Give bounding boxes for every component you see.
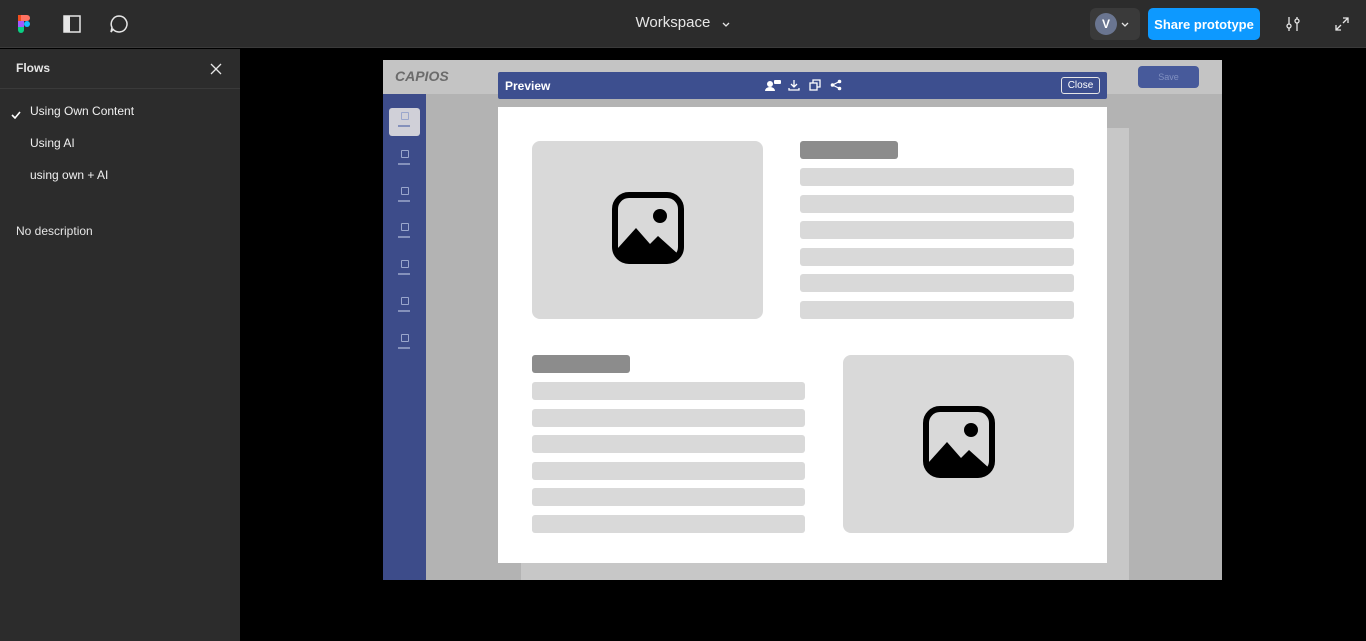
- flows-title: Flows: [16, 61, 51, 75]
- image-icon: [611, 191, 684, 269]
- download-icon[interactable]: [787, 78, 801, 92]
- chevron-down-icon: [1121, 15, 1129, 33]
- chevron-down-icon[interactable]: [722, 15, 730, 32]
- frame-side-item: [389, 183, 420, 211]
- flows-header: Flows: [0, 49, 240, 89]
- heading-placeholder: [532, 355, 630, 373]
- text-line-placeholder: [532, 515, 805, 533]
- preview-header: Preview Close: [498, 72, 1107, 99]
- text-line-placeholder: [800, 168, 1074, 186]
- image-placeholder: [532, 141, 763, 319]
- text-line-placeholder: [800, 221, 1074, 239]
- preview-close-button[interactable]: Close: [1061, 77, 1100, 94]
- flows-sidebar: Flows Using Own Content Using AI using o…: [0, 49, 240, 641]
- frame-logo: CAPIOS: [395, 68, 449, 84]
- text-line-placeholder: [800, 248, 1074, 266]
- workspace-title-label[interactable]: Workspace: [636, 14, 711, 31]
- preview-title: Preview: [505, 79, 551, 93]
- text-line-placeholder: [532, 382, 805, 400]
- text-line-placeholder: [800, 301, 1074, 319]
- users-icon[interactable]: [765, 78, 781, 92]
- preview-modal: Preview Close: [498, 72, 1107, 563]
- flow-description: No description: [16, 224, 93, 238]
- frame-side-item: [389, 146, 420, 174]
- flow-item-using-own-plus-ai[interactable]: using own + AI: [30, 168, 108, 182]
- frame-side-item: [389, 108, 420, 136]
- frame-side-item: [389, 219, 420, 247]
- text-line-placeholder: [532, 462, 805, 480]
- check-icon: [11, 106, 21, 124]
- frame-sidebar: [383, 94, 426, 580]
- share-prototype-button[interactable]: Share prototype: [1148, 8, 1260, 40]
- text-line-placeholder: [532, 488, 805, 506]
- frame-save-button: Save: [1138, 66, 1199, 88]
- expand-icon[interactable]: [1330, 12, 1354, 36]
- text-line-placeholder: [532, 435, 805, 453]
- flow-item-using-own-content[interactable]: Using Own Content: [30, 104, 134, 118]
- frame-side-item: [389, 330, 420, 358]
- text-line-placeholder: [800, 274, 1074, 292]
- settings-sliders-icon[interactable]: [1281, 12, 1305, 36]
- heading-placeholder: [800, 141, 898, 159]
- frame-side-item: [389, 293, 420, 321]
- top-bar: Workspace V Share prototype: [0, 0, 1366, 48]
- text-line-placeholder: [532, 409, 805, 427]
- user-menu[interactable]: V: [1090, 8, 1140, 40]
- close-icon[interactable]: [207, 60, 225, 78]
- share-icon[interactable]: [829, 78, 843, 92]
- preview-body: [498, 107, 1107, 563]
- frame-side-item: [389, 256, 420, 284]
- duplicate-icon[interactable]: [808, 78, 822, 92]
- avatar: V: [1095, 13, 1117, 35]
- image-placeholder: [843, 355, 1074, 533]
- flow-item-using-ai[interactable]: Using AI: [30, 136, 75, 150]
- image-icon: [922, 405, 995, 483]
- text-line-placeholder: [800, 195, 1074, 213]
